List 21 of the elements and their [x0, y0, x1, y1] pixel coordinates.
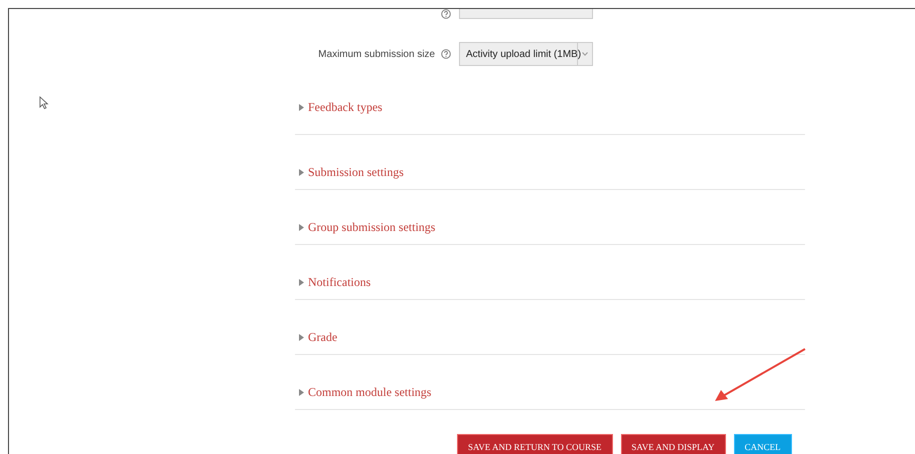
caret-down-icon [582, 52, 588, 56]
caret-right-icon[interactable] [299, 104, 304, 110]
field-label: Maximum submission size [317, 48, 435, 60]
section-toggle[interactable]: Common module settings [308, 384, 432, 400]
help-icon[interactable] [441, 49, 451, 59]
section-toggle[interactable]: Group submission settings [308, 220, 436, 234]
dropdown-select[interactable]: Activity upload limit (1MB) [459, 42, 593, 66]
cancel-button[interactable]: CANCEL [734, 434, 792, 454]
caret-right-icon[interactable] [299, 224, 304, 230]
section-toggle[interactable]: Feedback types [308, 100, 382, 114]
save-button[interactable]: SAVE AND DISPLAY [620, 434, 726, 454]
caret-right-icon[interactable] [299, 278, 304, 286]
mouse-pointer-icon [39, 96, 49, 110]
help-icon[interactable] [441, 9, 451, 19]
section-toggle[interactable]: Submission settings [308, 164, 404, 180]
section-toggle[interactable]: Notifications [308, 274, 371, 290]
caret-right-icon[interactable] [299, 168, 304, 176]
caret-right-icon[interactable] [299, 388, 304, 396]
section-toggle[interactable]: Grade [308, 330, 338, 344]
caret-right-icon[interactable] [299, 334, 304, 340]
save-button[interactable]: SAVE AND RETURN TO COURSE [457, 434, 613, 454]
